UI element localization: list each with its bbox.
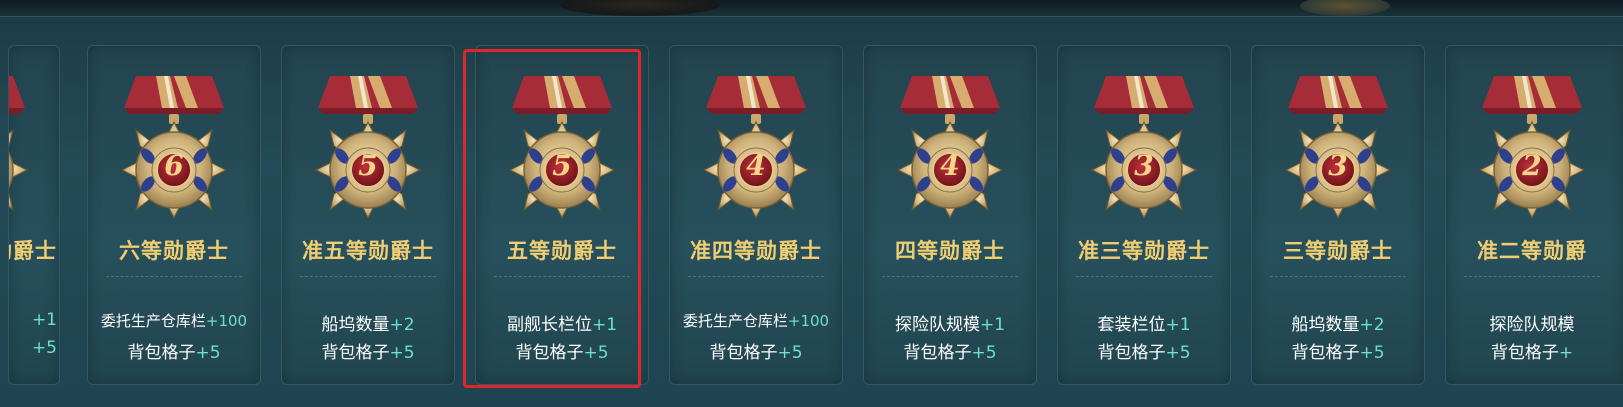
header-emblem-art bbox=[1300, 0, 1390, 16]
svg-text:2: 2 bbox=[1521, 149, 1541, 182]
perk-line-1: +1 bbox=[31, 310, 57, 330]
rank-title: 四等勋爵士 bbox=[895, 239, 1005, 263]
divider bbox=[494, 276, 630, 277]
rank-card[interactable]: 6 六等勋爵士 委托生产仓库栏+100 背包格子+5 bbox=[87, 45, 261, 385]
rank-title: 六等勋爵士 bbox=[119, 239, 229, 263]
rank-title: 准三等勋爵士 bbox=[1078, 239, 1210, 263]
svg-text:3: 3 bbox=[1328, 149, 1347, 182]
knight-medal-icon: 4 bbox=[897, 75, 1003, 219]
knight-medal-icon bbox=[9, 75, 28, 219]
perk-line-1: 委托生产仓库栏+100 bbox=[682, 312, 830, 330]
svg-text:4: 4 bbox=[746, 149, 765, 182]
divider bbox=[688, 276, 824, 277]
knight-medal-icon: 6 bbox=[121, 75, 227, 219]
perk-line-1: 船坞数量+2 bbox=[321, 315, 415, 335]
perk-line-2: 背包格子+5 bbox=[903, 343, 997, 363]
perk-line-2: 背包格子+ bbox=[1490, 343, 1574, 363]
perk-line-2: 背包格子+5 bbox=[321, 343, 415, 363]
divider bbox=[1464, 276, 1600, 277]
rank-card-list[interactable]: 等勋爵士 +1 +5 6 六等勋爵士 委托生产仓库栏+100 背包格子+5 5 … bbox=[0, 45, 1623, 385]
divider bbox=[300, 276, 436, 277]
divider bbox=[1270, 276, 1406, 277]
perk-line-2: 背包格子+5 bbox=[127, 343, 221, 363]
rank-card-selected[interactable]: 5 五等勋爵士 副舰长栏位+1 背包格子+5 bbox=[475, 45, 649, 385]
rank-title: 等勋爵士 bbox=[9, 239, 57, 263]
perk-line-1: 探险队规模 bbox=[1489, 315, 1575, 335]
knight-medal-icon: 5 bbox=[315, 75, 421, 219]
rank-card[interactable]: 2 准二等勋爵 探险队规模 背包格子+ bbox=[1445, 45, 1623, 385]
rank-card[interactable]: 3 三等勋爵士 船坞数量+2 背包格子+5 bbox=[1251, 45, 1425, 385]
rank-title: 三等勋爵士 bbox=[1283, 239, 1393, 263]
rank-title: 准五等勋爵士 bbox=[302, 239, 434, 263]
perk-line-1: 船坞数量+2 bbox=[1291, 315, 1385, 335]
perk-line-1: 探险队规模+1 bbox=[894, 315, 1006, 335]
divider bbox=[1076, 276, 1212, 277]
top-header-strip bbox=[0, 0, 1623, 17]
rank-card[interactable]: 4 准四等勋爵士 委托生产仓库栏+100 背包格子+5 bbox=[669, 45, 843, 385]
perk-line-1: 套装栏位+1 bbox=[1097, 315, 1191, 335]
rank-title: 准二等勋爵 bbox=[1477, 239, 1587, 263]
knight-medal-icon: 2 bbox=[1479, 75, 1585, 219]
perk-line-2: 背包格子+5 bbox=[1097, 343, 1191, 363]
rank-card[interactable]: 5 准五等勋爵士 船坞数量+2 背包格子+5 bbox=[281, 45, 455, 385]
svg-text:3: 3 bbox=[1134, 149, 1153, 182]
rank-card[interactable]: 等勋爵士 +1 +5 bbox=[8, 45, 60, 385]
svg-text:5: 5 bbox=[552, 149, 571, 182]
rank-title: 准四等勋爵士 bbox=[690, 239, 822, 263]
divider bbox=[106, 276, 242, 277]
header-character-art bbox=[560, 0, 720, 16]
rank-card[interactable]: 3 准三等勋爵士 套装栏位+1 背包格子+5 bbox=[1057, 45, 1231, 385]
perk-line-2: 背包格子+5 bbox=[1291, 343, 1385, 363]
knight-medal-icon: 3 bbox=[1091, 75, 1197, 219]
svg-text:5: 5 bbox=[358, 149, 377, 182]
rank-card[interactable]: 4 四等勋爵士 探险队规模+1 背包格子+5 bbox=[863, 45, 1037, 385]
knight-medal-icon: 3 bbox=[1285, 75, 1391, 219]
knight-medal-icon: 4 bbox=[703, 75, 809, 219]
svg-text:6: 6 bbox=[164, 149, 183, 182]
perk-line-2: 背包格子+5 bbox=[515, 343, 609, 363]
rank-title: 五等勋爵士 bbox=[507, 239, 617, 263]
perk-line-1: 委托生产仓库栏+100 bbox=[100, 312, 248, 330]
perk-line-2: 背包格子+5 bbox=[709, 343, 803, 363]
divider bbox=[882, 276, 1018, 277]
perk-line-1: 副舰长栏位+1 bbox=[506, 315, 618, 335]
svg-text:4: 4 bbox=[940, 149, 959, 182]
perk-line-2: +5 bbox=[31, 338, 57, 358]
knight-medal-icon: 5 bbox=[509, 75, 615, 219]
